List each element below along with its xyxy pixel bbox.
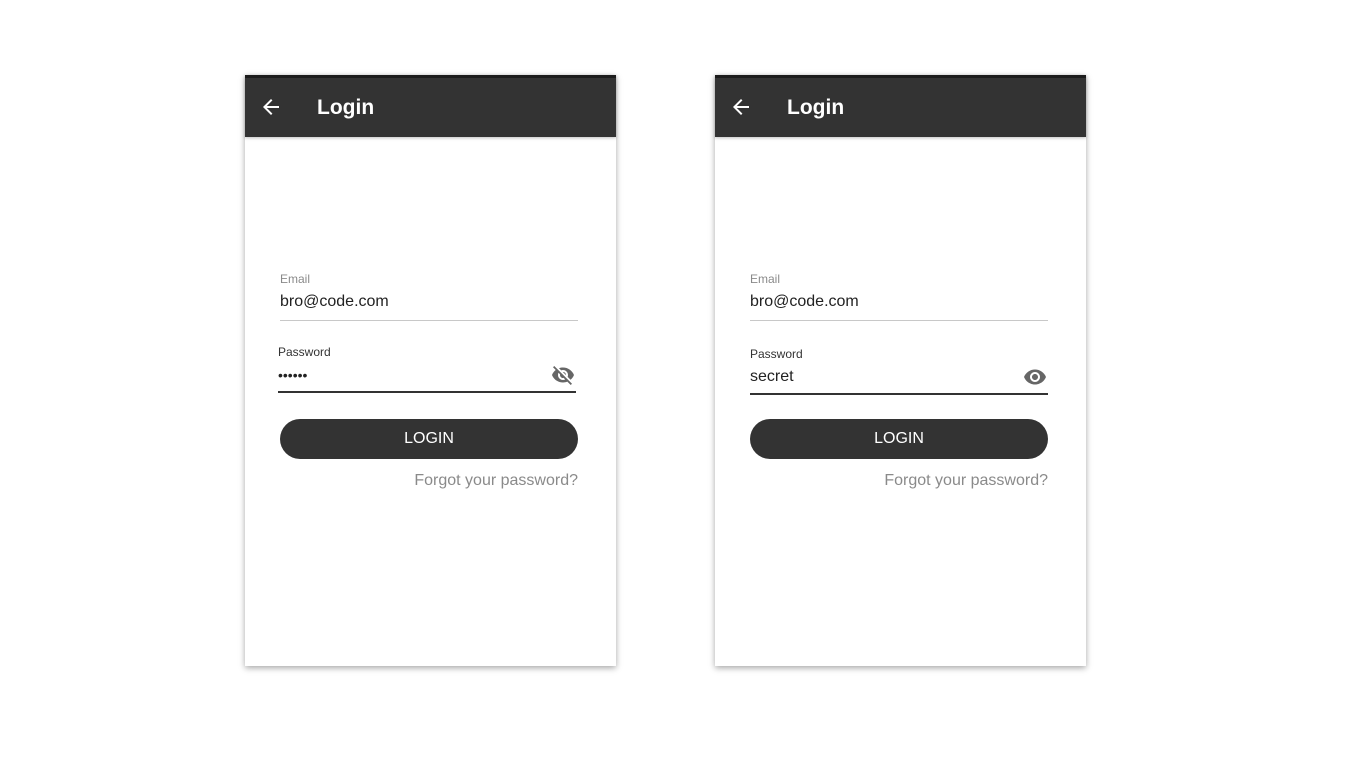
password-field[interactable]: Password •••••• (278, 345, 576, 393)
password-label: Password (750, 347, 803, 361)
page-title: Login (317, 96, 375, 119)
email-input[interactable]: bro@code.com (280, 292, 578, 312)
password-input[interactable]: secret (750, 367, 1048, 387)
login-screen-password-visible: Login Email bro@code.com Password secret… (715, 75, 1086, 666)
stage: Login Email bro@code.com Password ••••••… (0, 0, 1366, 768)
password-field[interactable]: Password secret (750, 347, 1048, 395)
login-button[interactable]: LOGIN (750, 419, 1048, 459)
app-bar: Login (245, 75, 616, 137)
email-field[interactable]: Email bro@code.com (750, 272, 1048, 321)
email-underline (750, 320, 1048, 321)
back-arrow-icon[interactable] (259, 95, 283, 119)
forgot-password-link[interactable]: Forgot your password? (884, 471, 1048, 491)
password-input[interactable]: •••••• (278, 365, 576, 385)
login-screen-password-hidden: Login Email bro@code.com Password ••••••… (245, 75, 616, 666)
email-underline (280, 320, 578, 321)
back-arrow-icon[interactable] (729, 95, 753, 119)
email-label: Email (280, 272, 311, 286)
email-label: Email (750, 272, 781, 286)
eye-icon[interactable] (1022, 365, 1048, 389)
password-label: Password (278, 345, 331, 359)
eye-off-icon[interactable] (550, 363, 576, 387)
page-title: Login (787, 96, 845, 119)
login-button[interactable]: LOGIN (280, 419, 578, 459)
email-field[interactable]: Email bro@code.com (280, 272, 578, 321)
forgot-password-link[interactable]: Forgot your password? (414, 471, 578, 491)
app-bar: Login (715, 75, 1086, 137)
password-underline (750, 393, 1048, 395)
email-input[interactable]: bro@code.com (750, 292, 1048, 312)
password-underline (278, 391, 576, 393)
